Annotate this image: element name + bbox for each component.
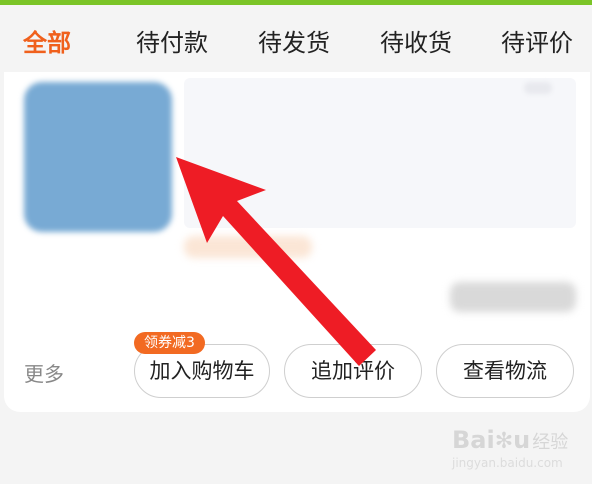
watermark-url: jingyan.baidu.com [452,456,563,470]
paw-icon: ✻ [494,429,514,454]
watermark-brand-tail: u [513,426,531,454]
tab-pending-shipment[interactable]: 待发货 [258,25,330,61]
order-status-tabs: 全部 待付款 待发货 待收货 待评价 [0,5,592,71]
watermark-brand: Bai [452,426,495,454]
add-review-button[interactable]: 追加评价 [284,344,422,398]
watermark-cn: 经验 [532,432,569,453]
tab-pending-payment[interactable]: 待付款 [136,25,208,61]
tab-all[interactable]: 全部 [23,25,71,61]
tab-pending-receipt[interactable]: 待收货 [380,25,452,61]
coupon-badge: 领券减3 [134,332,205,354]
view-logistics-button[interactable]: 查看物流 [436,344,574,398]
order-card: 更多 加入购物车 领券减3 追加评价 查看物流 [4,72,590,412]
price-redacted [184,236,312,258]
more-options-link[interactable]: 更多 [24,358,64,387]
tab-pending-review[interactable]: 待评价 [501,25,573,61]
product-title-redacted[interactable] [184,78,576,228]
baidu-jingyan-watermark: Bai✻u 经验 jingyan.baidu.com [452,426,569,470]
redacted-detail [524,82,552,94]
order-total-redacted [450,282,576,312]
product-thumbnail[interactable] [24,82,172,232]
